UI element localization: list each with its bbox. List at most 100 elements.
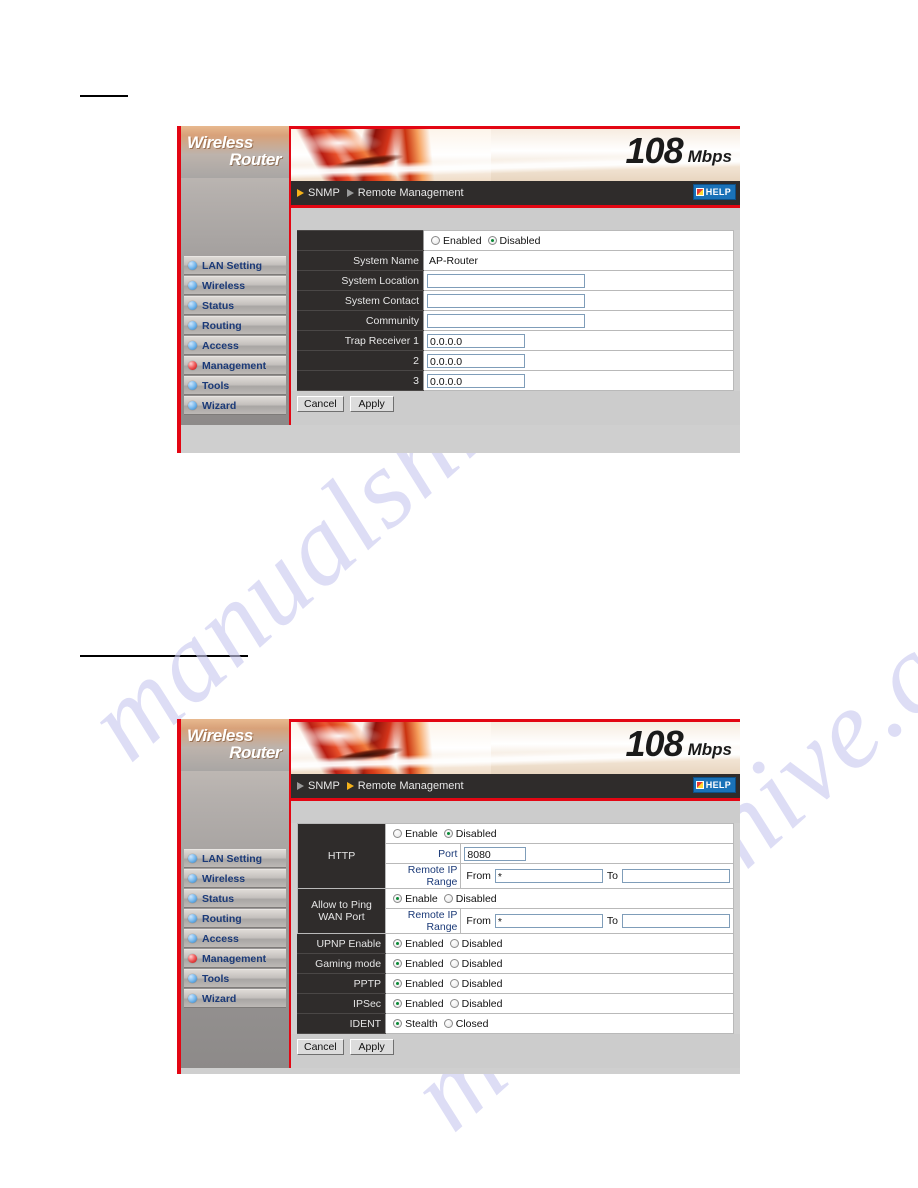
sidebar-item-status[interactable]: Status xyxy=(184,296,286,315)
radio-label: Disabled xyxy=(499,234,541,247)
breadcrumb-item-snmp[interactable]: SNMP xyxy=(297,187,340,199)
table-row: IPSec Enabled Disabled xyxy=(296,993,734,1014)
sidebar-item-access[interactable]: Access xyxy=(184,929,286,948)
ident-radio-closed[interactable]: Closed xyxy=(443,1018,488,1030)
brand-logo: Wireless Router xyxy=(181,719,289,771)
sidebar-item-wireless[interactable]: Wireless xyxy=(184,276,286,295)
upnp-radio-disabled[interactable]: Disabled xyxy=(449,938,502,950)
sidebar-item-lan-setting[interactable]: LAN Setting xyxy=(184,256,286,275)
sidebar-item-tools[interactable]: Tools xyxy=(184,376,286,395)
breadcrumb-item-remote-management[interactable]: Remote Management xyxy=(346,187,464,199)
system-contact-input[interactable] xyxy=(427,293,585,308)
snmp-enable-label xyxy=(297,230,424,251)
router-ui-panel-remote-management: Wireless Router LAN Setting Wireless Sta… xyxy=(177,719,740,1074)
ident-radio-stealth[interactable]: Stealth xyxy=(393,1018,438,1030)
snmp-radio-enabled[interactable]: Enabled xyxy=(431,235,482,247)
sidebar-item-label: Tools xyxy=(202,972,230,985)
system-name-label: System Name xyxy=(297,250,424,271)
content-column: 108 Mbps SNMP Remote Management HELP xyxy=(291,719,740,1068)
gaming-radio-enabled[interactable]: Enabled xyxy=(393,958,444,970)
table-row: UPNP Enable Enabled Disabled xyxy=(296,933,734,954)
upnp-label: UPNP Enable xyxy=(296,933,387,954)
http-to-input[interactable] xyxy=(622,869,730,883)
bullet-icon xyxy=(188,321,197,330)
brand-line-2: Router xyxy=(229,150,281,169)
ipsec-cell: Enabled Disabled xyxy=(385,993,734,1014)
http-radio-enable[interactable]: Enable xyxy=(393,828,438,840)
sidebar-item-label: Routing xyxy=(202,912,242,925)
ping-wan-radio-enable[interactable]: Enable xyxy=(393,893,438,905)
sidebar-item-management[interactable]: Management xyxy=(184,356,286,375)
action-button-bar: Cancel Apply xyxy=(291,1034,740,1060)
apply-button[interactable]: Apply xyxy=(349,396,394,412)
sidebar-item-status[interactable]: Status xyxy=(184,889,286,908)
community-cell xyxy=(423,310,734,331)
sidebar-item-management[interactable]: Management xyxy=(184,949,286,968)
sidebar-menu: LAN Setting Wireless Status Routing Acce… xyxy=(181,849,289,1008)
ipsec-radio-enabled[interactable]: Enabled xyxy=(393,998,444,1010)
radio-selected-icon xyxy=(443,829,453,838)
pptp-cell: Enabled Disabled xyxy=(385,973,734,994)
cancel-button[interactable]: Cancel xyxy=(297,1039,344,1055)
section-rule-top xyxy=(80,95,128,97)
help-button[interactable]: HELP xyxy=(692,184,736,200)
system-location-input[interactable] xyxy=(427,273,585,288)
http-from-input[interactable]: * xyxy=(494,869,603,883)
cancel-button[interactable]: Cancel xyxy=(297,396,344,412)
ping-wan-radio-disabled[interactable]: Disabled xyxy=(443,893,497,905)
gaming-mode-cell: Enabled Disabled xyxy=(385,953,734,974)
ping-wan-from-label: From xyxy=(466,915,491,927)
sidebar-item-wizard[interactable]: Wizard xyxy=(184,989,286,1008)
community-input[interactable] xyxy=(427,313,585,328)
help-button[interactable]: HELP xyxy=(692,777,736,793)
http-enable-cell: Enable Disabled xyxy=(385,823,734,844)
sidebar-item-lan-setting[interactable]: LAN Setting xyxy=(184,849,286,868)
trap-receiver-2-input[interactable]: 0.0.0.0 xyxy=(427,353,525,368)
ping-wan-label: Allow to Ping WAN Port xyxy=(296,888,387,934)
brand-logo: Wireless Router xyxy=(181,126,289,178)
ping-wan-from-input[interactable]: * xyxy=(494,914,603,928)
sidebar-item-label: Wizard xyxy=(202,992,237,1005)
bullet-icon xyxy=(188,341,197,350)
sidebar-item-routing[interactable]: Routing xyxy=(184,316,286,335)
sidebar-item-routing[interactable]: Routing xyxy=(184,909,286,928)
upnp-radio-enabled[interactable]: Enabled xyxy=(393,938,444,950)
remote-management-table: HTTP Enable Disabled Port 8080 Remote IP… xyxy=(296,823,734,1034)
trap-receiver-3-label: 3 xyxy=(297,370,424,391)
snmp-radio-disabled[interactable]: Disabled xyxy=(487,234,541,247)
trap-receiver-1-input[interactable]: 0.0.0.0 xyxy=(427,333,525,348)
sidebar-item-label: Access xyxy=(202,932,239,945)
pptp-radio-disabled[interactable]: Disabled xyxy=(449,978,502,990)
table-row: IDENT Stealth Closed xyxy=(296,1013,734,1034)
radio-icon xyxy=(449,979,459,988)
table-row: System Location xyxy=(297,270,734,291)
http-port-input[interactable]: 8080 xyxy=(464,846,527,861)
content-tail xyxy=(291,1060,740,1068)
bullet-active-icon xyxy=(188,954,197,963)
table-row: Gaming mode Enabled Disabled xyxy=(296,953,734,974)
sidebar-menu: LAN Setting Wireless Status Routing Acce… xyxy=(181,256,289,415)
sidebar-item-wizard[interactable]: Wizard xyxy=(184,396,286,415)
system-location-cell xyxy=(423,270,734,291)
upnp-cell: Enabled Disabled xyxy=(385,933,734,954)
sidebar-item-label: Status xyxy=(202,892,235,905)
sidebar-item-wireless[interactable]: Wireless xyxy=(184,869,286,888)
breadcrumb-item-remote-management[interactable]: Remote Management xyxy=(346,780,464,792)
breadcrumb: SNMP Remote Management HELP xyxy=(291,181,740,208)
community-label: Community xyxy=(297,310,424,331)
trap-receiver-3-cell: 0.0.0.0 xyxy=(423,370,734,391)
ping-wan-enable-cell: Enable Disabled xyxy=(385,888,734,909)
trap-receiver-3-input[interactable]: 0.0.0.0 xyxy=(427,373,525,388)
http-radio-disabled[interactable]: Disabled xyxy=(443,828,497,840)
breadcrumb-item-snmp[interactable]: SNMP xyxy=(297,780,340,792)
sidebar-item-tools[interactable]: Tools xyxy=(184,969,286,988)
radio-label: Enabled xyxy=(405,957,444,970)
sidebar-item-access[interactable]: Access xyxy=(184,336,286,355)
ping-wan-to-input[interactable] xyxy=(622,914,730,928)
radio-label: Enabled xyxy=(405,997,444,1010)
pptp-radio-enabled[interactable]: Enabled xyxy=(393,978,444,990)
gaming-radio-disabled[interactable]: Disabled xyxy=(449,958,502,970)
ipsec-radio-disabled[interactable]: Disabled xyxy=(449,998,502,1010)
apply-button[interactable]: Apply xyxy=(349,1039,394,1055)
